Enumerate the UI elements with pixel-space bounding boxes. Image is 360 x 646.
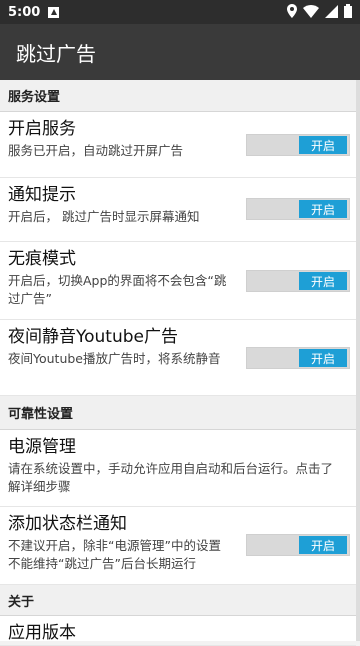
toggle-label: 开启 bbox=[299, 272, 347, 290]
setting-title: 夜间静音Youtube广告 bbox=[8, 327, 178, 347]
toggle-label: 开启 bbox=[299, 200, 347, 218]
notification-toggle[interactable]: 开启 bbox=[246, 198, 350, 220]
notification-icon bbox=[48, 6, 60, 18]
scrollbar[interactable] bbox=[356, 80, 360, 641]
incognito-toggle[interactable]: 开启 bbox=[246, 270, 350, 292]
status-time: 5:00 bbox=[8, 4, 41, 20]
setting-statusbar-notification[interactable]: 添加状态栏通知 不建议开启，除非“电源管理”中的设置不能维持“跳过广告”后台长期… bbox=[0, 507, 356, 585]
app-title: 跳过广告 bbox=[16, 41, 96, 66]
setting-desc: 开启后，切换App的界面将不会包含“跳过广告” bbox=[8, 273, 227, 306]
statusbar-notification-toggle[interactable]: 开启 bbox=[246, 534, 350, 556]
app-bar: 跳过广告 bbox=[0, 24, 360, 80]
section-header-reliability: 可靠性设置 bbox=[0, 396, 356, 430]
enable-service-toggle[interactable]: 开启 bbox=[246, 134, 350, 156]
setting-desc: 夜间Youtube播放广告时，将系统静音 bbox=[8, 351, 221, 366]
settings-list[interactable]: 服务设置 开启服务 服务已开启，自动跳过开屏广告 开启 通知提示 开启后， 跳过… bbox=[0, 80, 356, 646]
setting-title: 添加状态栏通知 bbox=[8, 514, 127, 534]
location-icon bbox=[287, 4, 297, 18]
signal-icon bbox=[325, 4, 338, 18]
setting-youtube-mute[interactable]: 夜间静音Youtube广告 夜间Youtube播放广告时，将系统静音 开启 bbox=[0, 320, 356, 396]
setting-desc: 服务已开启，自动跳过开屏广告 bbox=[8, 143, 184, 158]
setting-desc: 开启后， 跳过广告时显示屏幕通知 bbox=[8, 209, 200, 224]
setting-desc: 请在系统设置中，手动允许应用自启动和后台运行。点击了解详细步骤 bbox=[8, 461, 334, 494]
setting-desc: 不建议开启，除非“电源管理”中的设置不能维持“跳过广告”后台长期运行 bbox=[8, 538, 221, 571]
setting-title: 无痕模式 bbox=[8, 249, 76, 269]
status-icons bbox=[287, 4, 352, 18]
wifi-icon bbox=[303, 4, 319, 18]
status-bar: 5:00 bbox=[0, 0, 360, 24]
youtube-mute-toggle[interactable]: 开启 bbox=[246, 347, 350, 369]
section-header-about: 关于 bbox=[0, 585, 356, 616]
setting-title: 电源管理 bbox=[8, 437, 76, 457]
toggle-label: 开启 bbox=[299, 349, 347, 367]
section-header-service: 服务设置 bbox=[0, 80, 356, 112]
setting-enable-service[interactable]: 开启服务 服务已开启，自动跳过开屏广告 开启 bbox=[0, 112, 356, 178]
toggle-label: 开启 bbox=[299, 536, 347, 554]
setting-incognito[interactable]: 无痕模式 开启后，切换App的界面将不会包含“跳过广告” 开启 bbox=[0, 242, 356, 320]
setting-power-management[interactable]: 电源管理 请在系统设置中，手动允许应用自启动和后台运行。点击了解详细步骤 bbox=[0, 430, 356, 507]
battery-icon bbox=[344, 4, 352, 18]
setting-notification[interactable]: 通知提示 开启后， 跳过广告时显示屏幕通知 开启 bbox=[0, 178, 356, 242]
setting-app-version[interactable]: 应用版本 bbox=[0, 616, 356, 646]
toggle-label: 开启 bbox=[299, 136, 347, 154]
